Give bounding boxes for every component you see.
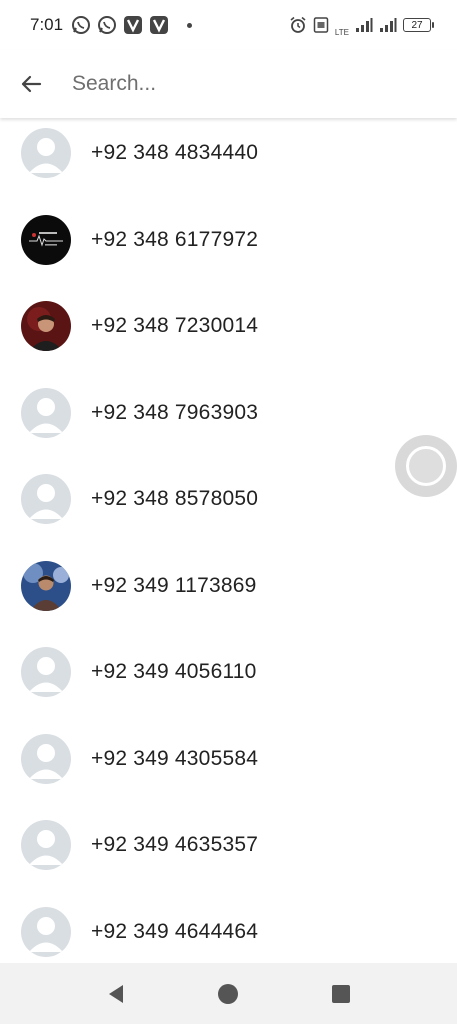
status-bar: 7:01 LTE 27 — [0, 0, 457, 50]
contact-number: +92 349 4635357 — [91, 833, 259, 857]
nav-recents-button[interactable] — [326, 979, 356, 1009]
lte-label: LTE — [334, 27, 349, 37]
contact-number: +92 349 4644464 — [91, 919, 259, 943]
back-button[interactable] — [18, 71, 44, 97]
home-circle-icon — [218, 983, 239, 1004]
contact-item[interactable]: +92 348 8578050 — [0, 456, 457, 543]
search-input[interactable] — [70, 71, 394, 97]
signal-icon — [379, 15, 397, 35]
status-left: 7:01 — [30, 15, 193, 35]
contact-item[interactable]: +92 349 4056110 — [0, 629, 457, 716]
contact-item[interactable]: +92 349 1173869 — [0, 543, 457, 630]
photo-avatar-icon — [21, 301, 71, 352]
signal-icon — [355, 15, 373, 35]
contact-number: +92 348 4834440 — [91, 141, 259, 165]
arrow-left-icon — [21, 75, 42, 93]
contact-item[interactable]: +92 349 4305584 — [0, 716, 457, 803]
floating-button-ring — [406, 446, 446, 486]
sim-icon — [313, 15, 329, 35]
whatsapp-icon — [71, 15, 91, 35]
more-notifications-dot — [187, 22, 193, 28]
navigation-bar — [0, 963, 457, 1024]
photo-avatar-icon — [21, 560, 71, 611]
whatsapp-icon — [97, 15, 117, 35]
alarm-icon — [289, 15, 307, 35]
contact-item[interactable]: +92 348 7963903 — [0, 370, 457, 457]
status-time: 7:01 — [30, 15, 64, 34]
recents-square-icon — [331, 984, 350, 1003]
contact-item[interactable]: +92 349 4635357 — [0, 802, 457, 889]
default-avatar-icon — [21, 128, 71, 179]
contact-number: +92 348 6177972 — [91, 227, 259, 251]
contact-number: +92 348 7963903 — [91, 400, 259, 424]
contact-number: +92 349 1173869 — [91, 573, 257, 597]
vpn-v-icon — [149, 15, 169, 35]
nav-home-button[interactable] — [213, 979, 243, 1009]
default-avatar-icon — [21, 906, 71, 957]
vpn-v-icon — [123, 15, 143, 35]
contact-item[interactable]: +92 348 6177972 — [0, 197, 457, 284]
default-avatar-icon — [21, 820, 71, 871]
contact-number: +92 348 7230014 — [91, 314, 259, 338]
nav-back-button[interactable] — [101, 979, 131, 1009]
default-avatar-icon — [21, 474, 71, 525]
floating-assistive-button[interactable] — [395, 435, 457, 497]
default-avatar-icon — [21, 733, 71, 784]
status-right: LTE 27 — [289, 14, 434, 37]
photo-avatar-icon — [21, 214, 71, 265]
battery-indicator: 27 — [403, 18, 434, 32]
search-header — [0, 50, 457, 118]
back-triangle-icon — [109, 984, 124, 1003]
contact-item[interactable]: +92 348 4834440 — [0, 110, 457, 197]
contact-number: +92 349 4056110 — [91, 660, 257, 684]
default-avatar-icon — [21, 647, 71, 698]
contact-item[interactable]: +92 348 7230014 — [0, 283, 457, 370]
contact-number: +92 349 4305584 — [91, 746, 259, 770]
default-avatar-icon — [21, 387, 71, 438]
contact-number: +92 348 8578050 — [91, 487, 259, 511]
contact-list: +92 348 4834440 +92 348 6177972 +92 348 … — [0, 110, 457, 975]
